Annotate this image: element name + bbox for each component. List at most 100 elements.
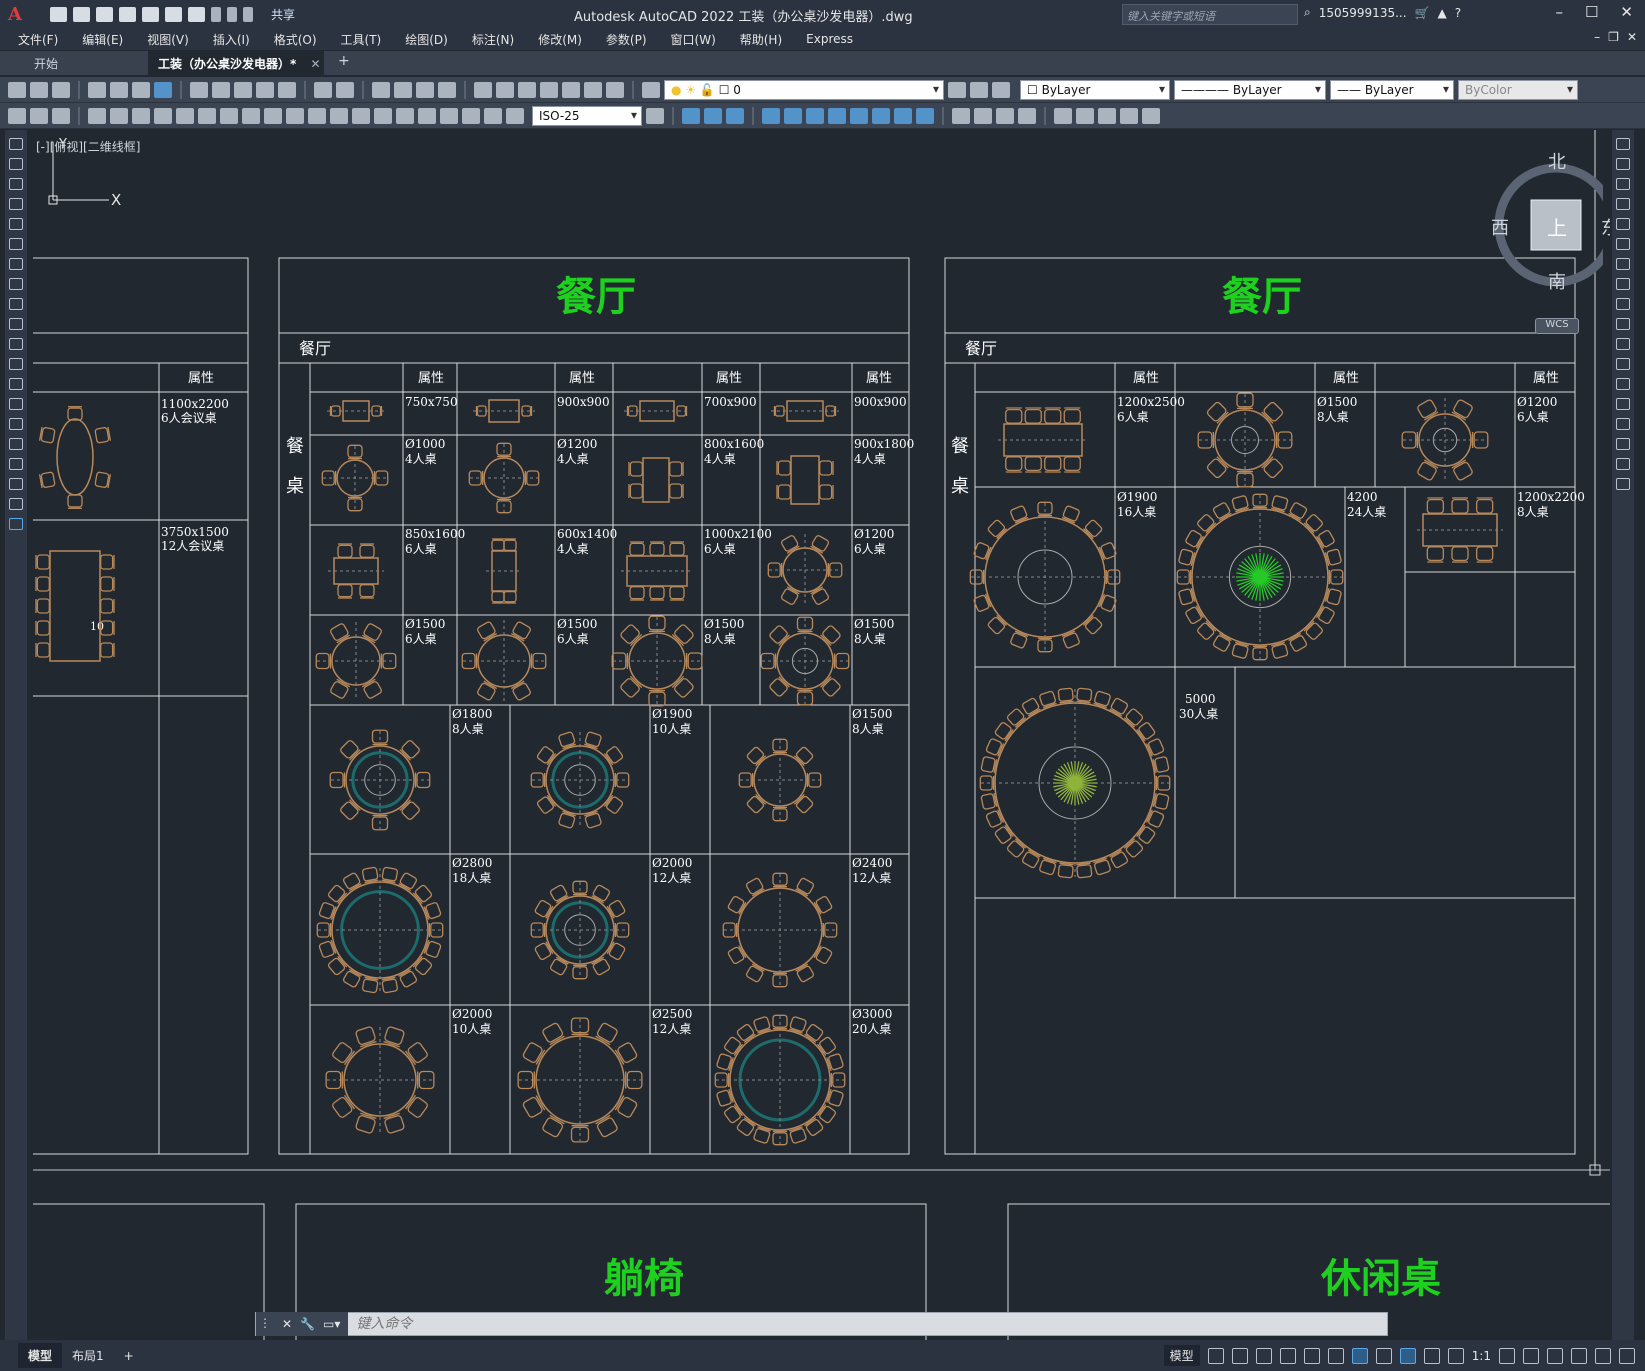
search-icon[interactable]: ⌕ bbox=[1304, 5, 1311, 20]
menu-file[interactable]: 文件(F) bbox=[18, 31, 58, 48]
ucs-face-icon[interactable] bbox=[828, 107, 846, 124]
construction-line-icon[interactable] bbox=[9, 158, 23, 170]
grid-icon[interactable] bbox=[1207, 1347, 1224, 1364]
insert-block-icon[interactable] bbox=[1054, 107, 1072, 124]
menu-dimension[interactable]: 标注(N) bbox=[472, 31, 514, 48]
help-icon[interactable]: ? bbox=[1455, 6, 1461, 20]
share-button[interactable]: 共享 bbox=[271, 6, 295, 23]
annotation-visibility-icon[interactable] bbox=[1399, 1347, 1416, 1364]
viewcube[interactable]: 北 西 东 南 上 WCS bbox=[1463, 148, 1610, 334]
menu-parametric[interactable]: 参数(P) bbox=[606, 31, 647, 48]
calculator-icon[interactable] bbox=[584, 81, 602, 98]
publish-icon[interactable] bbox=[132, 81, 150, 98]
save-web-icon[interactable] bbox=[165, 6, 182, 22]
redo-icon[interactable] bbox=[227, 6, 237, 22]
lineweight-dropdown[interactable]: —— ByLayer bbox=[1330, 79, 1454, 100]
units-icon[interactable] bbox=[1547, 1347, 1563, 1364]
quick-properties-icon[interactable] bbox=[1571, 1347, 1587, 1364]
tool-palettes-icon[interactable] bbox=[518, 81, 536, 98]
continue-dim-icon[interactable] bbox=[308, 107, 326, 124]
plot-icon[interactable] bbox=[88, 81, 106, 98]
annotation-scale-icon[interactable] bbox=[1447, 1347, 1464, 1364]
break-icon[interactable] bbox=[1616, 378, 1630, 390]
block-editor-icon[interactable] bbox=[278, 81, 296, 98]
doc-close-button[interactable]: ✕ bbox=[1627, 30, 1637, 44]
isodraft-icon[interactable] bbox=[1303, 1347, 1320, 1364]
polyline-icon[interactable] bbox=[9, 178, 23, 190]
point-icon[interactable] bbox=[9, 398, 23, 410]
erase-icon[interactable] bbox=[1616, 138, 1630, 150]
dim-style-icon[interactable] bbox=[646, 107, 664, 124]
design-center-icon[interactable] bbox=[496, 81, 514, 98]
ortho-icon[interactable] bbox=[1255, 1347, 1272, 1364]
tab-layout1[interactable]: 布局1 bbox=[62, 1343, 114, 1368]
object-snap-icon[interactable] bbox=[1351, 1347, 1368, 1364]
tab-drawing[interactable]: 工装（办公桌沙发电器）* ✕ bbox=[148, 51, 324, 75]
blend-curves-icon[interactable] bbox=[1616, 458, 1630, 470]
extend-icon[interactable] bbox=[1616, 338, 1630, 350]
paste-icon[interactable] bbox=[234, 81, 252, 98]
polar-icon[interactable] bbox=[1279, 1347, 1296, 1364]
close-button[interactable]: ✕ bbox=[1620, 3, 1633, 21]
menu-format[interactable]: 格式(O) bbox=[274, 31, 317, 48]
explode-icon[interactable] bbox=[1616, 478, 1630, 490]
ucs-zaxis-icon[interactable] bbox=[916, 107, 934, 124]
command-line-grip-icon[interactable]: ⋮ bbox=[256, 1312, 274, 1336]
arc-length-icon[interactable] bbox=[132, 107, 150, 124]
draworder-front-icon[interactable] bbox=[682, 107, 700, 124]
save-icon[interactable] bbox=[52, 81, 70, 98]
open-icon[interactable] bbox=[73, 6, 90, 22]
tab-model[interactable]: 模型 bbox=[18, 1343, 63, 1368]
aligned-dim-icon[interactable] bbox=[110, 107, 128, 124]
new-tab-button[interactable]: + bbox=[338, 53, 350, 69]
layer-previous-icon[interactable] bbox=[970, 81, 988, 98]
linear-dim-icon[interactable] bbox=[88, 107, 106, 124]
ellipse-icon[interactable] bbox=[9, 318, 23, 330]
new-icon[interactable] bbox=[8, 81, 26, 98]
jogged-dim-icon[interactable] bbox=[198, 107, 216, 124]
drawing-canvas[interactable]: [-][俯视][二维线框] 餐厅 餐厅 躺椅 休闲桌 餐厅 餐 桌 属性 属性 … bbox=[33, 130, 1610, 1340]
command-input[interactable] bbox=[348, 1313, 1387, 1335]
move-icon[interactable] bbox=[1616, 238, 1630, 250]
draworder-back-icon[interactable] bbox=[704, 107, 722, 124]
viewcube-south[interactable]: 南 bbox=[1548, 268, 1566, 294]
plot-icon[interactable] bbox=[188, 6, 205, 22]
stretch-icon[interactable] bbox=[1616, 298, 1630, 310]
table-icon[interactable] bbox=[9, 478, 23, 490]
recent-commands-icon[interactable]: ▭▾ bbox=[323, 1317, 340, 1331]
customize-qat-icon[interactable] bbox=[243, 6, 253, 22]
viewcube-west[interactable]: 西 bbox=[1491, 214, 1509, 240]
array-icon[interactable] bbox=[1616, 218, 1630, 230]
orbit-icon[interactable] bbox=[952, 107, 970, 124]
break-at-point-icon[interactable] bbox=[1616, 358, 1630, 370]
visual-style-icon[interactable] bbox=[974, 107, 992, 124]
plot-preview-icon[interactable] bbox=[110, 81, 128, 98]
snap-icon[interactable] bbox=[1231, 1347, 1248, 1364]
mirror-icon[interactable] bbox=[1616, 178, 1630, 190]
workspace-gear-icon[interactable] bbox=[1499, 1347, 1515, 1364]
ucs-origin-icon[interactable] bbox=[894, 107, 912, 124]
color-dropdown[interactable]: ☐ ByLayer bbox=[1020, 79, 1170, 100]
zoom-previous-icon[interactable] bbox=[438, 81, 456, 98]
tolerance-icon[interactable] bbox=[374, 107, 392, 124]
undo-icon[interactable] bbox=[314, 81, 332, 98]
plotstyle-dropdown[interactable]: ByColor bbox=[1458, 79, 1578, 100]
clean-screen-icon[interactable] bbox=[1595, 1347, 1611, 1364]
menu-tools[interactable]: 工具(T) bbox=[341, 31, 382, 48]
revision-cloud-icon[interactable] bbox=[9, 278, 23, 290]
copy-icon[interactable] bbox=[212, 81, 230, 98]
doc-restore-button[interactable]: ❐ bbox=[1608, 30, 1619, 44]
lineweight-icon[interactable] bbox=[1375, 1347, 1392, 1364]
autodesk-app-icon[interactable]: ▲ bbox=[1437, 6, 1446, 20]
pan-icon[interactable] bbox=[372, 81, 390, 98]
maximize-button[interactable]: ☐ bbox=[1585, 3, 1598, 21]
make-block-icon[interactable] bbox=[9, 378, 23, 390]
help-icon[interactable] bbox=[606, 81, 624, 98]
ellipse-arc-icon[interactable] bbox=[9, 338, 23, 350]
attach-icon[interactable] bbox=[1076, 107, 1094, 124]
arc-icon[interactable] bbox=[9, 238, 23, 250]
dim-space-icon[interactable] bbox=[330, 107, 348, 124]
angular-dim-icon[interactable] bbox=[242, 107, 260, 124]
trim-icon[interactable] bbox=[1616, 318, 1630, 330]
diameter-dim-icon[interactable] bbox=[220, 107, 238, 124]
